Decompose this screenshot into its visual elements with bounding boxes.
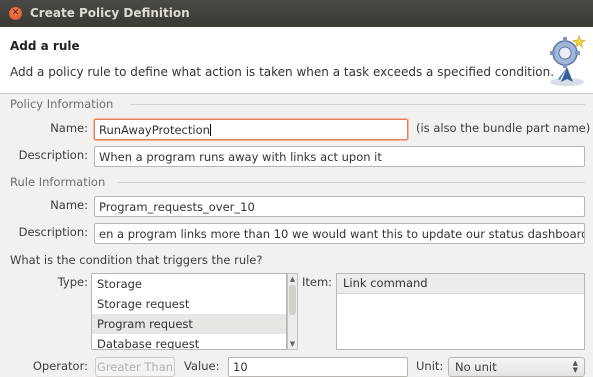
page-title: Add a rule bbox=[10, 39, 80, 53]
rule-description-input[interactable]: en a program links more than 10 we would… bbox=[94, 223, 585, 244]
policy-information-group-label: Policy Information bbox=[10, 97, 114, 111]
policy-name-value: RunAwayProtection bbox=[99, 123, 210, 137]
gear-badge-icon bbox=[550, 35, 586, 86]
unit-combobox[interactable]: No unit ▲ ▼ bbox=[448, 357, 585, 377]
group-divider bbox=[130, 104, 585, 105]
policy-name-label: Name: bbox=[50, 121, 88, 135]
item-label: Item: bbox=[302, 275, 333, 289]
window-titlebar: ✕ Create Policy Definition bbox=[0, 0, 593, 27]
item-column-header[interactable]: Link command bbox=[337, 274, 584, 294]
unit-label: Unit: bbox=[416, 359, 444, 373]
operator-label: Operator: bbox=[32, 359, 88, 373]
wizard-header: Add a rule Add a policy rule to define w… bbox=[0, 27, 593, 94]
rule-name-value: Program_requests_over_10 bbox=[99, 200, 255, 214]
policy-name-input[interactable]: RunAwayProtection bbox=[94, 119, 408, 140]
value-value: 10 bbox=[233, 360, 248, 374]
rule-description-label: Description: bbox=[18, 225, 88, 239]
policy-description-label: Description: bbox=[18, 148, 88, 162]
rule-description-value: en a program links more than 10 we would… bbox=[99, 227, 585, 241]
list-item[interactable]: Storage bbox=[92, 274, 286, 294]
rule-name-label: Name: bbox=[50, 198, 88, 212]
chevron-updown-icon: ▲ ▼ bbox=[572, 359, 578, 374]
page-description: Add a policy rule to define what action … bbox=[10, 65, 555, 79]
list-item[interactable]: Database request bbox=[92, 334, 286, 349]
group-divider bbox=[118, 182, 585, 183]
window-title: Create Policy Definition bbox=[30, 6, 190, 20]
scroll-down-icon[interactable]: ▼ bbox=[288, 339, 297, 349]
type-listbox[interactable]: Storage Storage request Program request … bbox=[91, 273, 287, 350]
policy-description-value: When a program runs away with links act … bbox=[99, 150, 382, 164]
rule-information-group-label: Rule Information bbox=[10, 175, 106, 189]
operator-button[interactable]: Greater Than bbox=[95, 357, 175, 377]
rule-name-input[interactable]: Program_requests_over_10 bbox=[94, 196, 585, 217]
policy-name-hint: (is also the bundle part name) bbox=[416, 121, 591, 135]
condition-question: What is the condition that triggers the … bbox=[10, 253, 263, 267]
close-icon[interactable]: ✕ bbox=[9, 7, 22, 20]
value-input[interactable]: 10 bbox=[228, 357, 408, 377]
item-table[interactable]: Link command bbox=[336, 273, 585, 350]
policy-description-input[interactable]: When a program runs away with links act … bbox=[94, 146, 585, 167]
scroll-up-icon[interactable]: ▲ bbox=[288, 274, 297, 284]
list-item-selected[interactable]: Program request bbox=[92, 314, 286, 334]
scroll-thumb[interactable] bbox=[289, 285, 296, 315]
unit-value: No unit bbox=[455, 360, 497, 374]
value-label: Value: bbox=[184, 359, 220, 373]
text-caret bbox=[209, 124, 211, 136]
type-list-scrollbar[interactable]: ▲ ▼ bbox=[287, 273, 298, 350]
type-label: Type: bbox=[57, 275, 88, 289]
list-item[interactable]: Storage request bbox=[92, 294, 286, 314]
